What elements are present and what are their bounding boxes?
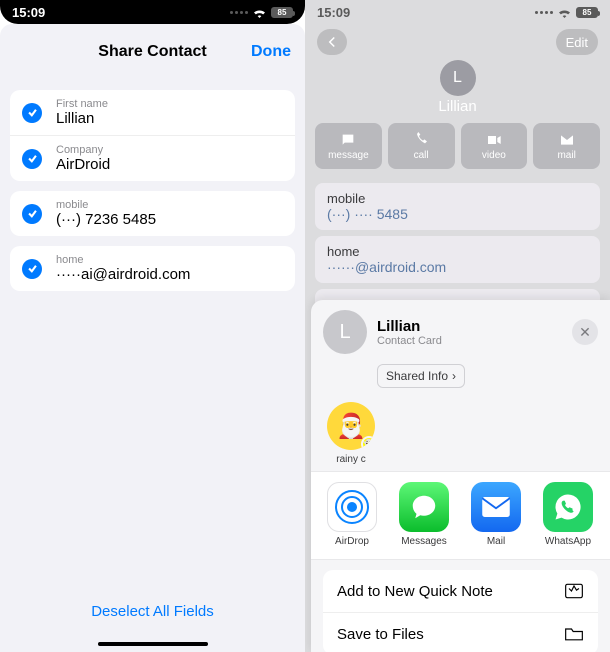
status-bar: 15:09 85 [305, 0, 610, 24]
check-icon [22, 259, 42, 279]
field-mobile[interactable]: mobile(···) 7236 5485 [10, 191, 295, 236]
wifi-icon [557, 7, 572, 18]
check-icon [22, 103, 42, 123]
cellular-icon [535, 11, 553, 14]
check-icon [22, 204, 42, 224]
deselect-all-button[interactable]: Deselect All Fields [0, 603, 305, 620]
home-indicator[interactable] [98, 642, 208, 646]
status-bar: 15:09 85 [0, 0, 305, 24]
check-icon [22, 149, 42, 169]
contact-avatar: L [440, 60, 476, 96]
back-button[interactable] [317, 29, 347, 55]
battery-icon: 85 [271, 7, 293, 18]
home-card[interactable]: home ······@airdroid.com [315, 236, 600, 283]
cellular-icon [230, 11, 248, 14]
sheet-title: Lillian [377, 318, 562, 335]
app-whatsapp[interactable]: WhatsApp [539, 482, 597, 547]
snapchat-badge-icon: 👻 [361, 436, 375, 450]
share-sheet: L Lillian Contact Card ✕ Shared Info› 🎅👻… [311, 300, 610, 652]
chevron-right-icon: › [452, 369, 456, 383]
status-time: 15:09 [317, 5, 350, 20]
edit-button[interactable]: Edit [556, 29, 598, 55]
sheet-avatar: L [323, 310, 367, 354]
quick-note-icon [564, 582, 584, 600]
video-button[interactable]: video [461, 123, 528, 169]
close-button[interactable]: ✕ [572, 319, 598, 345]
mobile-card[interactable]: mobile (···) ···· 5485 [315, 183, 600, 230]
field-company[interactable]: CompanyAirDroid [10, 135, 295, 181]
person-avatar: 🎅👻 [327, 402, 375, 450]
shared-info-chip[interactable]: Shared Info› [377, 364, 465, 388]
message-button[interactable]: message [315, 123, 382, 169]
folder-icon [564, 625, 584, 643]
share-person[interactable]: 🎅👻 rainy c [323, 402, 379, 465]
contact-name: Lillian [305, 98, 610, 115]
field-home-email[interactable]: home·····ai@airdroid.com [10, 246, 295, 291]
option-quick-note[interactable]: Add to New Quick Note [323, 570, 598, 612]
mail-button[interactable]: mail [533, 123, 600, 169]
battery-icon: 85 [576, 7, 598, 18]
field-first-name[interactable]: First nameLillian [10, 90, 295, 135]
call-button[interactable]: call [388, 123, 455, 169]
page-title: Share Contact [98, 43, 206, 61]
app-mail[interactable]: Mail [467, 482, 525, 547]
wifi-icon [252, 7, 267, 18]
status-time: 15:09 [12, 5, 45, 20]
sheet-subtitle: Contact Card [377, 335, 562, 347]
app-messages[interactable]: Messages [395, 482, 453, 547]
done-button[interactable]: Done [251, 43, 291, 61]
option-save-files[interactable]: Save to Files [323, 612, 598, 652]
app-airdrop[interactable]: AirDrop [323, 482, 381, 547]
